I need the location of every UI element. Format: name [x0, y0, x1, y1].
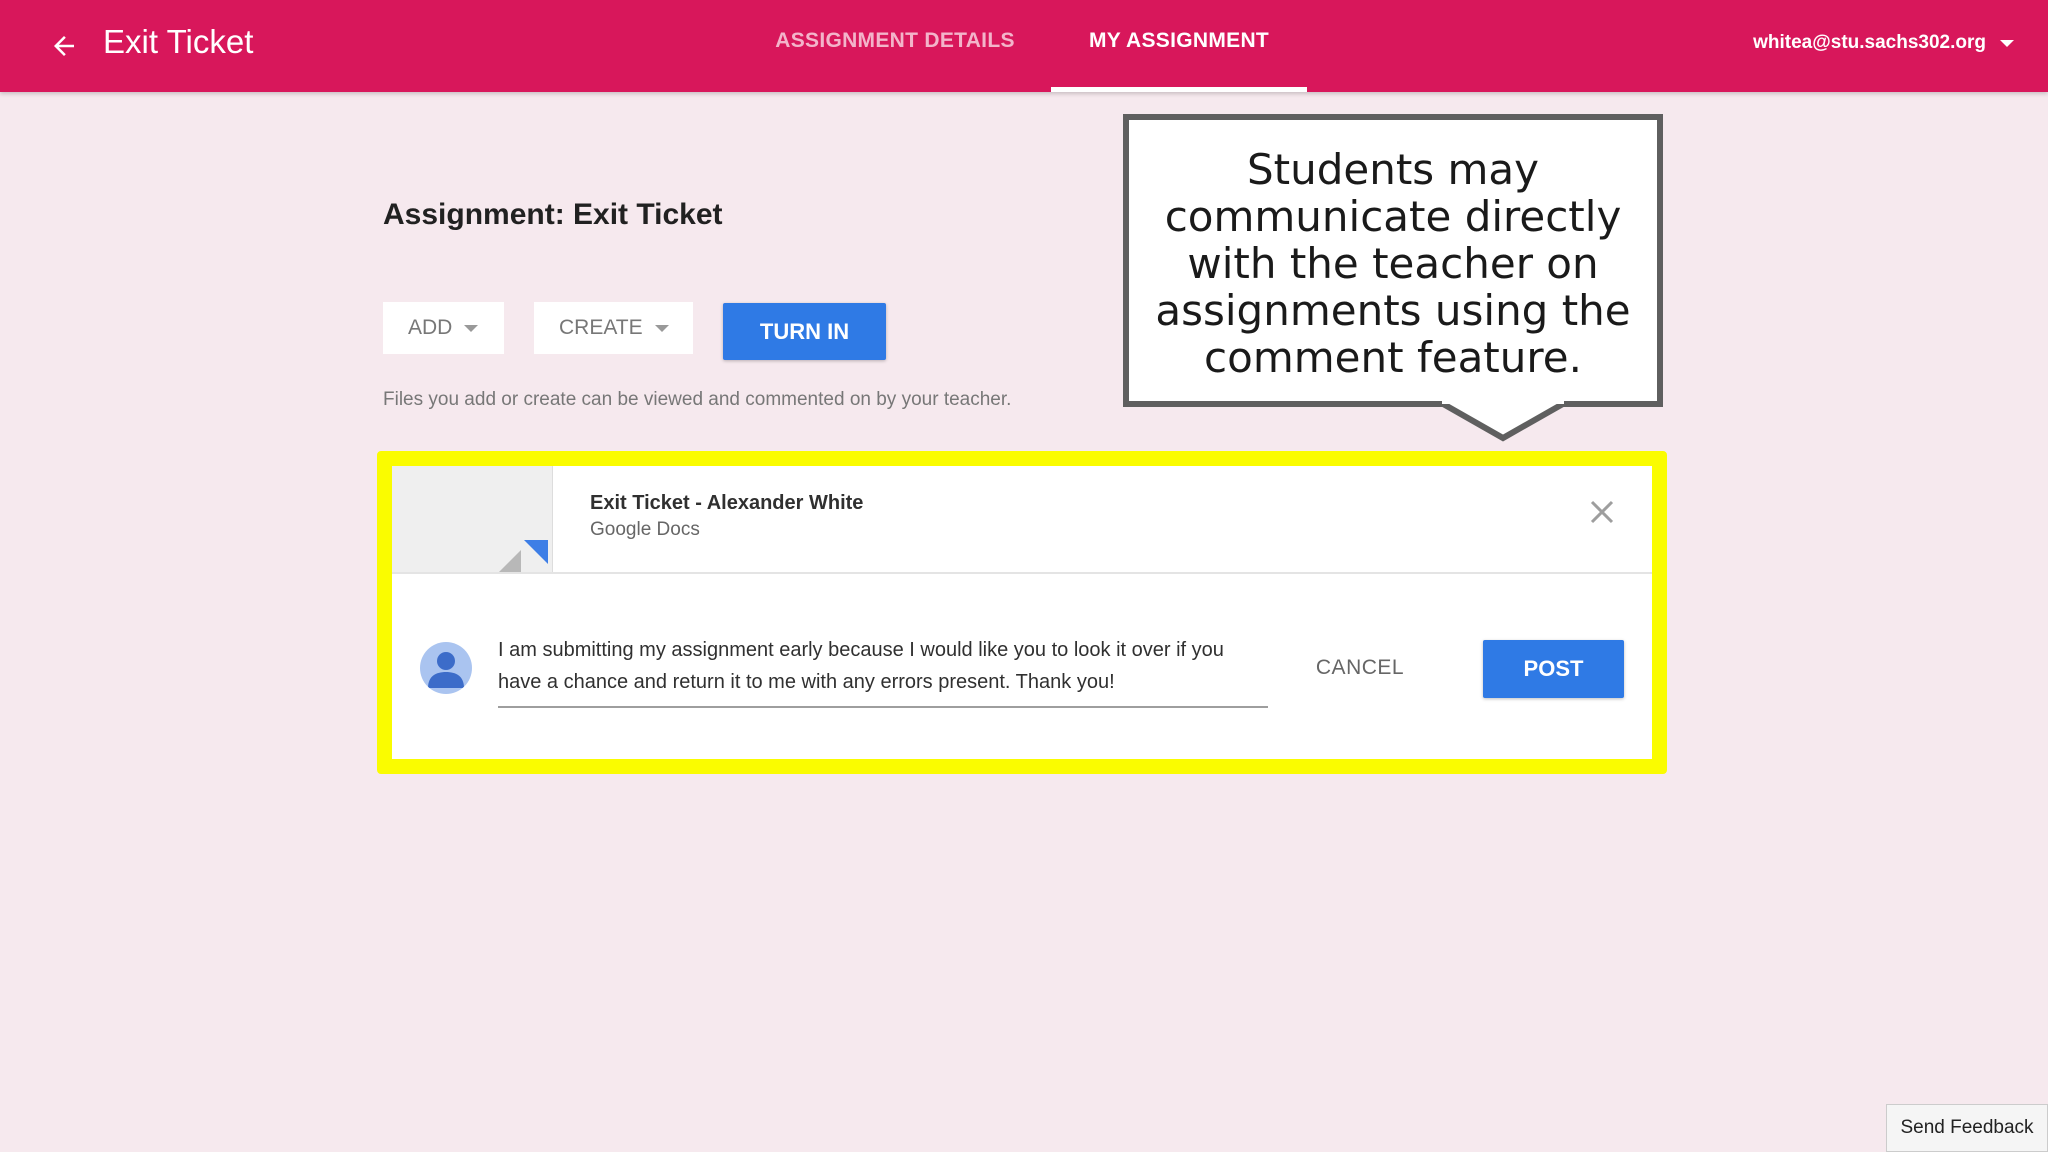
document-thumbnail[interactable] [392, 466, 553, 572]
account-switcher[interactable]: whitea@stu.sachs302.org [1753, 28, 2014, 58]
page-title: Assignment: Exit Ticket [383, 198, 723, 231]
add-button[interactable]: ADD [383, 302, 504, 354]
attachment-hint: Files you add or create can be viewed an… [383, 389, 1012, 410]
page-fold-icon [499, 550, 521, 572]
create-button-label: CREATE [559, 316, 643, 339]
tab-assignment-details[interactable]: ASSIGNMENT DETAILS [760, 0, 1030, 92]
create-button[interactable]: CREATE [534, 302, 693, 354]
tab-my-assignment[interactable]: MY ASSIGNMENT [1051, 0, 1307, 92]
highlighted-submission-card: Exit Ticket - Alexander White Google Doc… [377, 451, 1667, 774]
post-button[interactable]: POST [1483, 640, 1624, 698]
avatar [420, 642, 472, 694]
back-button[interactable] [40, 22, 88, 70]
callout-text: Students may communicate directly with t… [1155, 145, 1631, 382]
chevron-down-icon [2000, 39, 2014, 47]
attachment-row[interactable]: Exit Ticket - Alexander White Google Doc… [392, 466, 1652, 574]
app-bar: Exit Ticket ASSIGNMENT DETAILS MY ASSIGN… [0, 0, 2048, 92]
close-icon [1590, 500, 1614, 524]
app-title: Exit Ticket [103, 23, 254, 60]
turn-in-button[interactable]: TURN IN [723, 303, 886, 360]
send-feedback-button[interactable]: Send Feedback [1886, 1104, 2048, 1152]
active-tab-indicator [1051, 87, 1307, 92]
remove-attachment-button[interactable] [1586, 496, 1618, 528]
user-icon [428, 652, 464, 688]
chevron-down-icon [654, 324, 669, 332]
comment-text: I am submitting my assignment early beca… [498, 639, 1224, 693]
account-email: whitea@stu.sachs302.org [1753, 32, 1986, 53]
attachment-type: Google Docs [590, 519, 700, 540]
add-button-label: ADD [408, 316, 453, 339]
comment-input[interactable]: I am submitting my assignment early beca… [498, 634, 1268, 708]
google-docs-icon [524, 540, 548, 564]
cancel-button[interactable]: CANCEL [1300, 648, 1420, 688]
callout-box: Students may communicate directly with t… [1123, 114, 1663, 407]
attachment-name[interactable]: Exit Ticket - Alexander White [590, 492, 863, 515]
arrow-left-icon [54, 36, 74, 56]
callout-pointer [1438, 401, 1568, 442]
chevron-down-icon [464, 324, 479, 332]
